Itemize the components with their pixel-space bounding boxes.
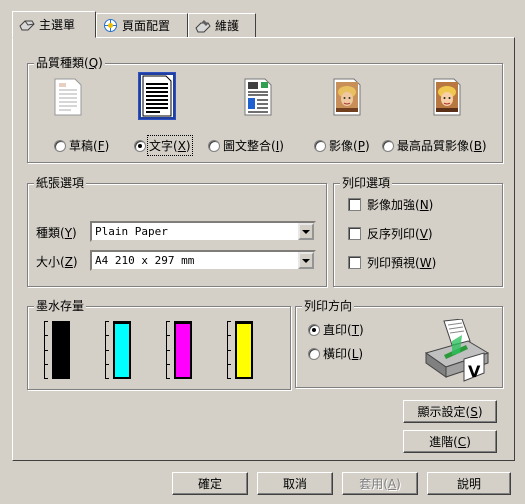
ok-button[interactable]: 確定 [172, 472, 248, 495]
quality-photo-radio[interactable] [314, 139, 326, 152]
paper-type-value: Plain Paper [95, 225, 168, 238]
best-photo-quality-icon[interactable] [432, 78, 462, 116]
quality-title: 品質種類(Q) [34, 56, 105, 70]
quality-text-option[interactable]: 文字(X) [134, 135, 193, 156]
photo-quality-icon[interactable] [332, 78, 362, 116]
help-button[interactable]: 說明 [427, 472, 511, 495]
paper-group: 紙張選項 種類(Y) Plain Paper 大小(Z) A4 210 x 29… [27, 176, 327, 287]
ink-cartridge-level [174, 321, 192, 379]
tab-page-layout-label: 頁面配置 [122, 19, 171, 33]
image-enhance-checkbox[interactable]: 影像加強(N) [348, 196, 433, 213]
quality-group: 品質種類(Q) 草稿(F) 文字(X) 圖文整合(I) 影像(P) … [27, 56, 503, 163]
quality-text-image-option[interactable]: 圖文整合(I) [208, 137, 284, 154]
ink-scale [105, 321, 109, 379]
printer-icon: V [424, 319, 490, 382]
ink-group: 墨水存量 [27, 299, 291, 390]
reverse-order-checkbox[interactable]: 反序列印(V) [348, 225, 433, 242]
text-image-quality-icon[interactable] [243, 78, 273, 116]
paper-size-dropdown-arrow-icon[interactable] [298, 252, 314, 269]
quality-draft-radio[interactable] [54, 139, 66, 152]
paper-type-label: 種類(Y) [36, 225, 77, 241]
print-preview-checkbox[interactable]: 列印預視(W) [348, 254, 436, 271]
ink-cartridge-level [235, 321, 253, 379]
orientation-landscape-radio[interactable] [308, 347, 320, 360]
print-options-title: 列印選項 [340, 176, 393, 190]
paper-size-value: A4 210 x 297 mm [95, 254, 195, 267]
ink-cartridge-level [52, 321, 70, 379]
orientation-portrait-radio[interactable] [308, 323, 320, 336]
apply-button[interactable]: 套用(A) [342, 472, 418, 495]
display-settings-button[interactable]: 顯示設定(S) [403, 400, 497, 423]
page-layout-icon [104, 19, 117, 32]
cancel-button[interactable]: 取消 [257, 472, 333, 495]
tab-page-layout[interactable]: 頁面配置 [96, 13, 188, 37]
orientation-title: 列印方向 [302, 299, 355, 313]
quality-text-radio[interactable] [134, 139, 146, 152]
quality-draft-option[interactable]: 草稿(F) [54, 137, 109, 154]
svg-text:V: V [468, 362, 481, 381]
tab-main-label: 主選單 [39, 18, 76, 32]
quality-best-photo-radio[interactable] [382, 139, 394, 152]
reverse-order-check[interactable] [348, 227, 361, 240]
maintenance-icon [195, 19, 211, 32]
paper-title: 紙張選項 [34, 176, 87, 190]
ink-scale [166, 321, 170, 379]
print-options-group: 列印選項 影像加強(N) 反序列印(V) 列印預視(W) [333, 176, 503, 287]
image-enhance-check[interactable] [348, 198, 361, 211]
advanced-button[interactable]: 進階(C) [403, 430, 497, 453]
ink-title: 墨水存量 [34, 299, 87, 313]
quality-text-image-radio[interactable] [208, 139, 220, 152]
ink-scale [44, 321, 48, 379]
quality-photo-option[interactable]: 影像(P) [314, 137, 370, 154]
print-preview-check[interactable] [348, 256, 361, 269]
draft-quality-icon[interactable] [53, 78, 83, 116]
ink-cartridge-level [113, 321, 131, 379]
tab-maintenance[interactable]: 維護 [188, 13, 256, 37]
quality-best-photo-option[interactable]: 最高品質影像(B) [382, 137, 487, 154]
ink-scale [227, 321, 231, 379]
main-panel: 品質種類(Q) 草稿(F) 文字(X) 圖文整合(I) 影像(P) … [12, 37, 515, 461]
paper-type-dropdown-arrow-icon[interactable] [298, 223, 314, 240]
tab-main[interactable]: 主選單 [12, 11, 96, 38]
orientation-landscape-option[interactable]: 橫印(L) [308, 345, 363, 362]
paper-size-select[interactable]: A4 210 x 297 mm [90, 250, 316, 271]
paper-type-select[interactable]: Plain Paper [90, 221, 316, 242]
orientation-portrait-option[interactable]: 直印(T) [308, 321, 364, 338]
text-quality-icon[interactable] [138, 72, 176, 120]
orientation-group: 列印方向 直印(T) 橫印(L) V [295, 299, 503, 388]
main-menu-icon [19, 20, 35, 30]
paper-size-label: 大小(Z) [36, 254, 78, 270]
tab-maintenance-label: 維護 [215, 19, 240, 33]
